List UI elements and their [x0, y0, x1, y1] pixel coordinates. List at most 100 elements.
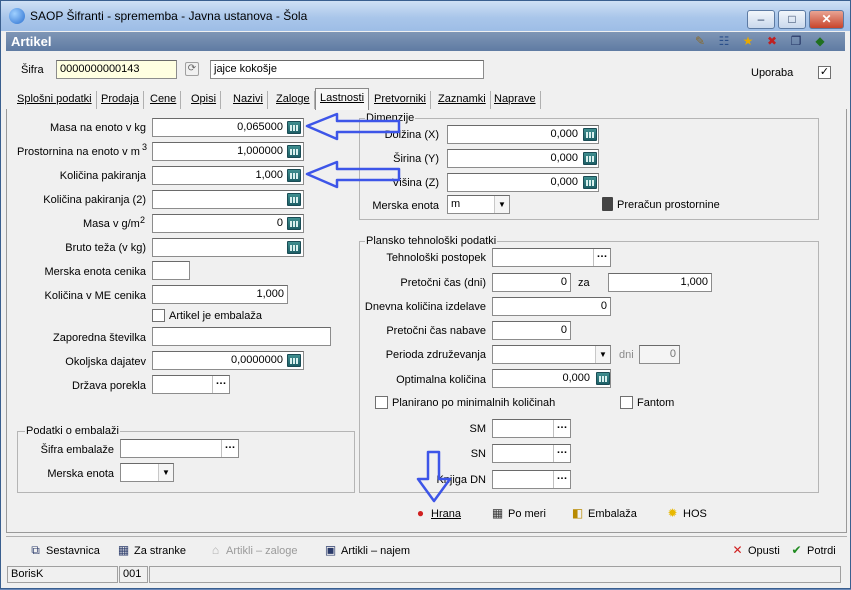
hos-label: HOS — [683, 508, 707, 520]
tab-cene[interactable]: Cene — [146, 91, 182, 109]
calculator-icon[interactable] — [287, 145, 301, 158]
calculator-icon[interactable] — [287, 217, 301, 230]
tab-zaloge[interactable]: Zaloge — [272, 91, 315, 109]
title-bar[interactable]: SAOP Šifranti - sprememba - Javna ustano… — [1, 1, 850, 31]
tab-zaznamki[interactable]: Zaznamki — [434, 91, 491, 109]
nabava-label: Pretočni čas nabave — [386, 325, 486, 337]
dolzina-label: Dolžina (X) — [384, 129, 439, 141]
za-input[interactable]: 1,000 — [608, 273, 712, 292]
sirina-input[interactable]: 0,000 — [447, 149, 599, 168]
tab-pretvorniki[interactable]: Pretvorniki — [370, 91, 431, 109]
edit-icon[interactable]: ✎ — [692, 34, 708, 49]
sestavnica-label: Sestavnica — [46, 545, 100, 557]
bruto-input[interactable] — [152, 238, 304, 257]
close-button[interactable]: ✕ — [809, 10, 844, 29]
calculator-icon[interactable] — [287, 121, 301, 134]
sifra-input[interactable]: 0000000000143 — [56, 60, 177, 79]
maximize-button[interactable]: □ — [778, 10, 806, 29]
opusti-button[interactable]: ✕ Opusti — [730, 543, 780, 557]
calculator-icon[interactable] — [287, 241, 301, 254]
kolicina-pakiranja-label: Količina pakiranja — [59, 170, 146, 182]
okoljska-input[interactable]: 0,0000000 — [152, 351, 304, 370]
visina-input[interactable]: 0,000 — [447, 173, 599, 192]
postopek-label: Tehnološki postopek — [386, 252, 486, 264]
calculator-icon[interactable] — [583, 176, 597, 189]
embalaza-group-title: Podatki o embalaži — [25, 425, 120, 437]
chevron-down-icon[interactable]: ▼ — [595, 346, 610, 363]
tab-lastnosti[interactable]: Lastnosti — [315, 88, 370, 110]
dni-input[interactable]: 0 — [639, 345, 680, 364]
tab-opisi[interactable]: Opisi — [187, 91, 222, 109]
sestavnica-button[interactable]: ⧉ Sestavnica — [28, 543, 100, 558]
dnevna-input[interactable]: 0 — [492, 297, 611, 316]
opusti-label: Opusti — [748, 545, 780, 557]
perioda-select[interactable] — [492, 345, 611, 364]
apple-icon: ● — [416, 506, 425, 520]
status-message — [149, 566, 841, 583]
lookup-icon[interactable]: … — [221, 440, 238, 457]
calculator-icon[interactable] — [287, 169, 301, 182]
lookup-icon[interactable]: … — [553, 471, 570, 488]
embalaza-checkbox[interactable] — [152, 309, 165, 322]
bottom-separator — [6, 536, 847, 537]
uporaba-checkbox[interactable]: ✓ — [818, 66, 831, 79]
prostornina-label: Prostornina na enoto v m — [17, 146, 140, 158]
optimalna-input[interactable]: 0,000 — [492, 369, 611, 388]
planirano-checkbox[interactable] — [375, 396, 388, 409]
merska-cenik-input[interactable] — [152, 261, 190, 280]
calculator-icon[interactable] — [287, 193, 301, 206]
lookup-icon[interactable]: … — [553, 420, 570, 437]
calculator-icon[interactable] — [583, 152, 597, 165]
masa-label: Masa na enoto v kg — [49, 122, 146, 134]
list-icon[interactable]: ☷ — [716, 34, 732, 49]
dimenzije-merska-label: Merska enota — [372, 200, 439, 212]
star-icon[interactable]: ★ — [740, 34, 756, 49]
pomeri-button[interactable]: ▦ Po meri — [490, 506, 546, 520]
dni-label: dni — [619, 349, 634, 361]
tab-splosni[interactable]: Splošni podatki — [13, 91, 97, 109]
lookup-icon[interactable]: … — [593, 249, 610, 266]
pretocni-input[interactable]: 0 — [492, 273, 571, 292]
embalaza-button[interactable]: ◧ Embalaža — [570, 506, 637, 520]
kolicina-pakiranja-input[interactable]: 1,000 — [152, 166, 304, 185]
masa-gm2-label: Masa v g/m — [83, 218, 140, 230]
prostornina-input[interactable]: 1,000000 — [152, 142, 304, 161]
artikli-najem-button[interactable]: ▣ Artikli – najem — [323, 543, 410, 557]
main-window: SAOP Šifranti - sprememba - Javna ustano… — [0, 0, 851, 589]
dimenzije-group-title: Dimenzije — [365, 112, 416, 124]
calculator-icon[interactable] — [596, 372, 610, 385]
potrdi-label: Potrdi — [807, 545, 836, 557]
zaporedna-input[interactable] — [152, 327, 331, 346]
kolicina-me-input[interactable]: 1,000 — [152, 285, 288, 304]
preracun-button[interactable]: Preračun prostornine — [617, 199, 720, 211]
fantom-checkbox[interactable] — [620, 396, 633, 409]
calculator-icon[interactable] — [287, 354, 301, 367]
dolzina-input[interactable]: 0,000 — [447, 125, 599, 144]
copy-icon[interactable]: ❐ — [788, 34, 804, 49]
export-icon[interactable]: ◆ — [812, 34, 828, 49]
hrana-button[interactable]: ● Hrana — [413, 506, 461, 520]
masa-input[interactable]: 0,065000 — [152, 118, 304, 137]
minimize-button[interactable]: – — [747, 10, 775, 29]
pomeri-label: Po meri — [508, 508, 546, 520]
chevron-down-icon[interactable]: ▼ — [158, 464, 173, 481]
tab-prodaja[interactable]: Prodaja — [97, 91, 144, 109]
nabava-input[interactable]: 0 — [492, 321, 571, 340]
delete-icon[interactable]: ✖ — [764, 34, 780, 49]
zastranke-button[interactable]: ▦ Za stranke — [116, 543, 186, 557]
lookup-icon[interactable]: … — [212, 376, 229, 393]
drzava-label: Država porekla — [72, 380, 146, 392]
lookup-icon[interactable]: … — [553, 445, 570, 462]
potrdi-button[interactable]: ✔ Potrdi — [789, 543, 836, 557]
name-input[interactable]: jajce kokošje — [210, 60, 484, 79]
tab-naprave[interactable]: Naprave — [490, 91, 541, 109]
calculator-icon[interactable] — [583, 128, 597, 141]
refresh-icon[interactable]: ⟳ — [185, 62, 199, 76]
sifra-embalaze-label: Šifra embalaže — [40, 444, 114, 456]
kolicina-pakiranja2-input[interactable] — [152, 190, 304, 209]
chevron-down-icon[interactable]: ▼ — [494, 196, 509, 213]
calculator-small-icon[interactable] — [602, 197, 613, 211]
hos-button[interactable]: ✹ HOS — [665, 506, 707, 520]
tab-nazivi[interactable]: Nazivi — [229, 91, 268, 109]
masa-gm2-input[interactable]: 0 — [152, 214, 304, 233]
